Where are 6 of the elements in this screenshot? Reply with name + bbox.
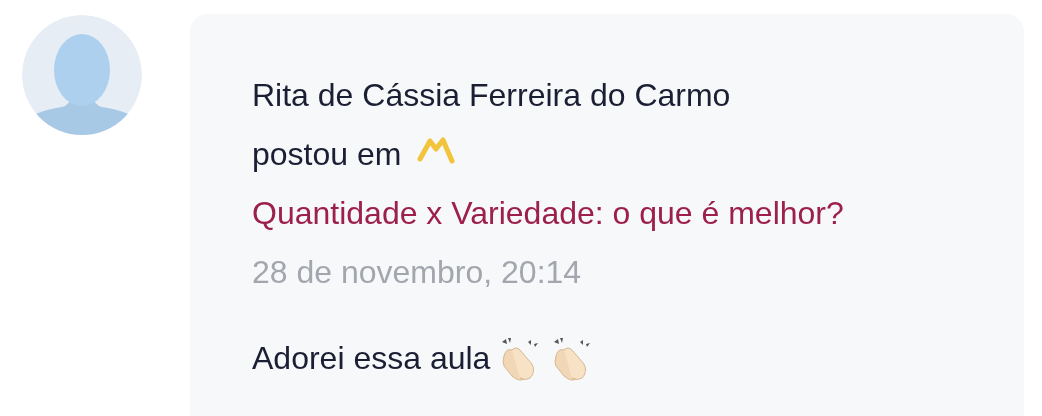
post-action: postou em [252,136,402,172]
post-date: 28 de novembro, 20:14 [252,253,583,292]
zigzag-icon [416,135,457,165]
comment-text: Adorei essa aula [252,339,491,378]
author-name: Rita de Cássia Ferreira do Carmo [252,76,732,115]
topic-link[interactable]: Quantidade x Variedade: o que é melhor? [252,184,844,243]
